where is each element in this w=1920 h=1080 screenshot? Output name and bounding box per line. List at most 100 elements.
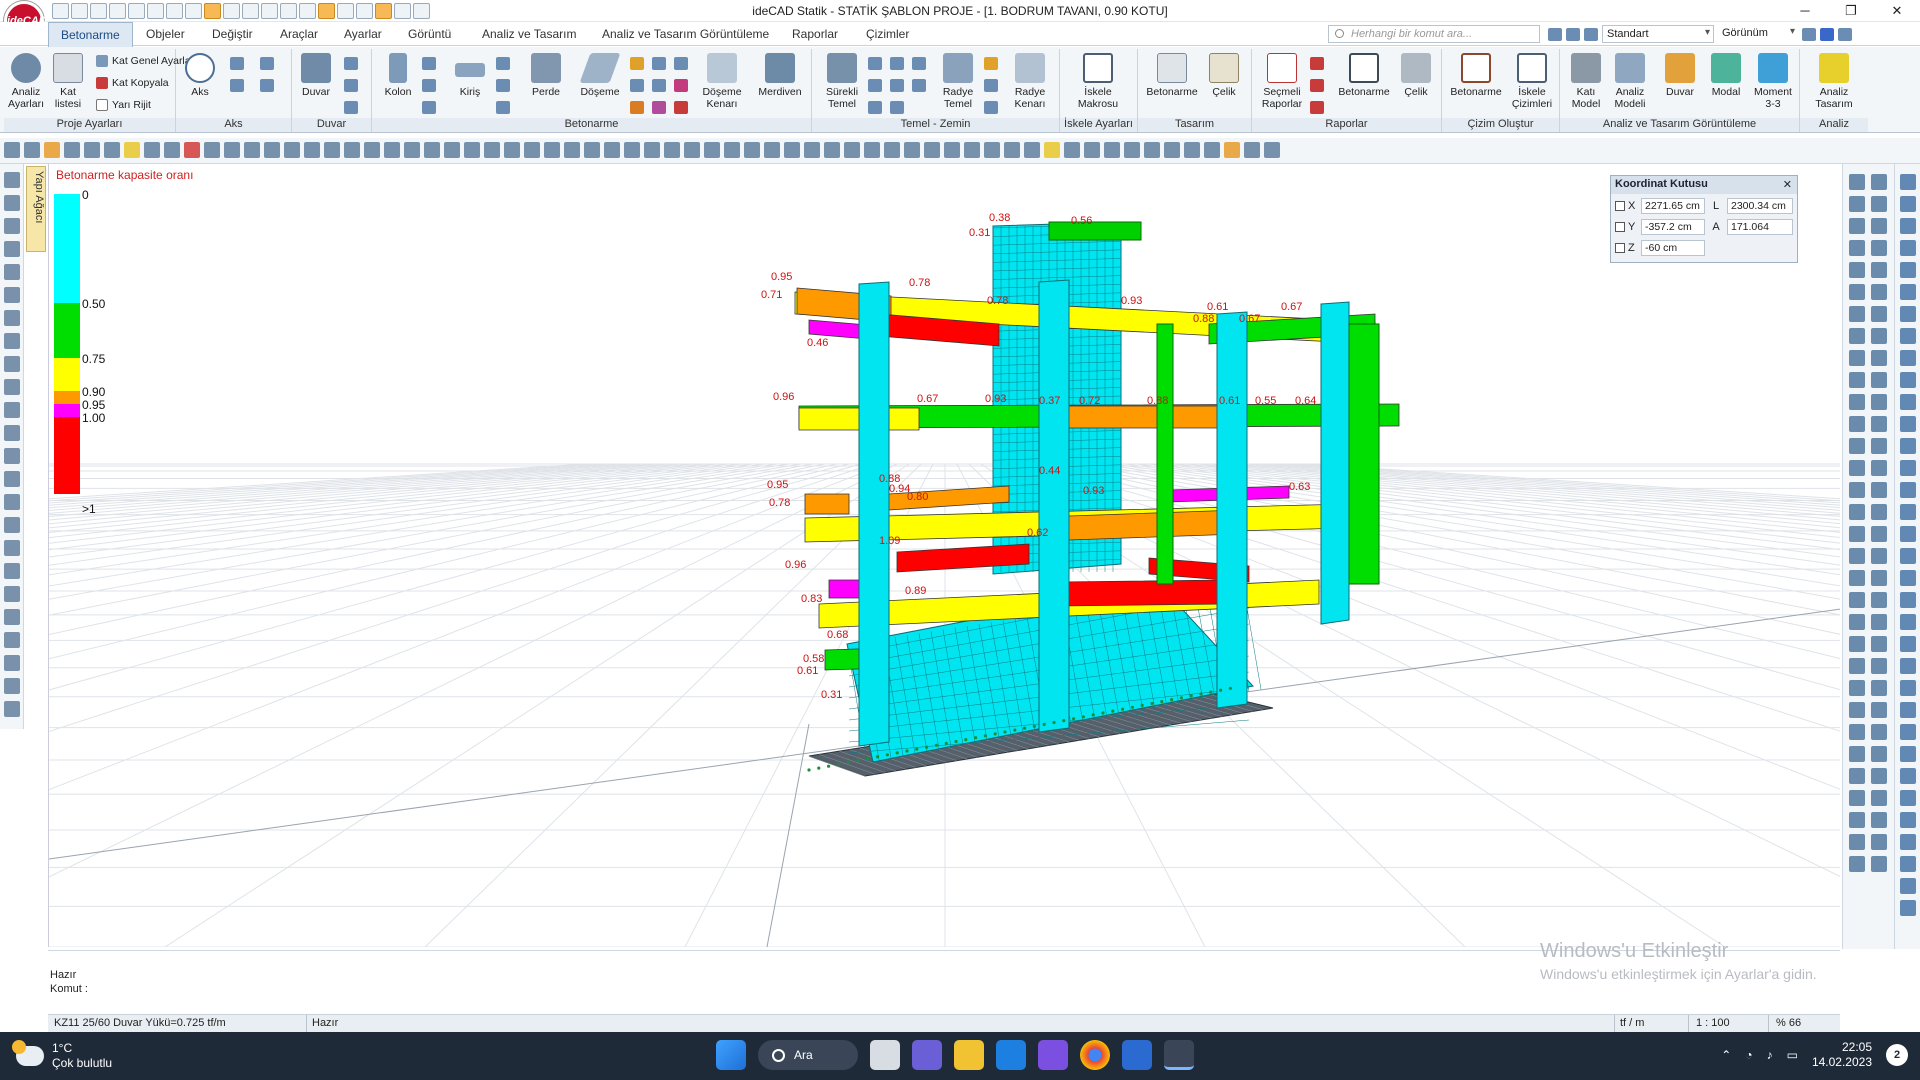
- tool-icon[interactable]: [964, 142, 980, 158]
- tool-icon[interactable]: [484, 142, 500, 158]
- tool-icon[interactable]: [1244, 142, 1260, 158]
- status-scale[interactable]: 1 : 100: [1696, 1017, 1730, 1029]
- tool-icon[interactable]: [644, 142, 660, 158]
- tool-icon[interactable]: [1900, 394, 1916, 410]
- tool-icon[interactable]: [1849, 658, 1865, 674]
- tool-icon[interactable]: [1264, 142, 1280, 158]
- surekli-temel-button[interactable]: Sürekli Temel: [820, 53, 864, 110]
- tool-icon[interactable]: [1849, 504, 1865, 520]
- tool-icon[interactable]: [1900, 416, 1916, 432]
- radye-kenari-button[interactable]: Radye Kenarı: [1006, 53, 1054, 110]
- tool-icon[interactable]: [1900, 372, 1916, 388]
- weather-widget[interactable]: 1°C Çok bulutlu: [12, 1040, 112, 1071]
- secmeli-raporlar-button[interactable]: Seçmeli Raporlar: [1256, 53, 1308, 110]
- task-view-icon[interactable]: [870, 1040, 900, 1070]
- tool-icon[interactable]: [4, 632, 20, 648]
- status-zoom[interactable]: % 66: [1776, 1017, 1801, 1029]
- tool-icon[interactable]: [744, 142, 760, 158]
- wall-tool-icon[interactable]: [344, 57, 358, 70]
- rapor-betonarme-button[interactable]: Betonarme: [1334, 53, 1394, 98]
- slab-tool-icon[interactable]: [630, 101, 644, 114]
- tool-icon[interactable]: [1900, 658, 1916, 674]
- status-unit[interactable]: tf / m: [1620, 1017, 1644, 1029]
- slab-tool-icon[interactable]: [652, 79, 666, 92]
- tool-icon[interactable]: [784, 142, 800, 158]
- slab-tool-icon[interactable]: [630, 79, 644, 92]
- tool-icon[interactable]: [1849, 702, 1865, 718]
- wifi-icon[interactable]: ◔: [1745, 1048, 1752, 1062]
- tool-icon[interactable]: [1871, 372, 1887, 388]
- moment-button[interactable]: Moment 3-3: [1750, 53, 1796, 110]
- tool-icon[interactable]: [864, 142, 880, 158]
- tool-icon[interactable]: [1871, 438, 1887, 454]
- tab-analiz-tasarim[interactable]: Analiz ve Tasarım: [482, 27, 576, 41]
- tab-objeler[interactable]: Objeler: [146, 27, 185, 41]
- tool-icon[interactable]: [4, 402, 20, 418]
- doseme-button[interactable]: Döşeme: [579, 53, 621, 98]
- slab-tool-icon[interactable]: [652, 57, 666, 70]
- tool-icon[interactable]: [1184, 142, 1200, 158]
- taskbar-search[interactable]: Ara: [758, 1040, 858, 1070]
- tool-icon[interactable]: [824, 142, 840, 158]
- iskele-makrosu-button[interactable]: İskele Makrosu: [1070, 53, 1126, 110]
- tab-raporlar[interactable]: Raporlar: [792, 27, 838, 41]
- battery-icon[interactable]: ▭: [1787, 1048, 1798, 1062]
- kiris-button[interactable]: Kiriş: [452, 53, 488, 98]
- store-icon[interactable]: [1122, 1040, 1152, 1070]
- tool-icon[interactable]: [1871, 262, 1887, 278]
- tool-icon[interactable]: [24, 142, 40, 158]
- tool-icon[interactable]: [4, 356, 20, 372]
- foundation-tool-icon[interactable]: [868, 57, 882, 70]
- tool-icon[interactable]: [1204, 142, 1220, 158]
- tool-icon[interactable]: [984, 142, 1000, 158]
- tool-icon[interactable]: [924, 142, 940, 158]
- tool-icon[interactable]: [1871, 724, 1887, 740]
- tool-icon[interactable]: [1849, 636, 1865, 652]
- tool-icon[interactable]: [1871, 570, 1887, 586]
- duvar-view-button[interactable]: Duvar: [1660, 53, 1700, 98]
- tool-icon[interactable]: [1900, 240, 1916, 256]
- slab-tool-icon[interactable]: [630, 57, 644, 70]
- mail-icon[interactable]: [996, 1040, 1026, 1070]
- tool-icon[interactable]: [624, 142, 640, 158]
- tool-icon[interactable]: [84, 142, 100, 158]
- tool-icon[interactable]: [1871, 218, 1887, 234]
- tool-icon[interactable]: [1871, 526, 1887, 542]
- foundation-tool-icon[interactable]: [868, 101, 882, 114]
- tool-icon[interactable]: [4, 586, 20, 602]
- tool-icon[interactable]: [664, 142, 680, 158]
- tool-icon[interactable]: [224, 142, 240, 158]
- tool-icon[interactable]: [1849, 328, 1865, 344]
- foundation-tool-icon[interactable]: [890, 101, 904, 114]
- tool-icon[interactable]: [1849, 790, 1865, 806]
- tool-icon[interactable]: [1044, 142, 1060, 158]
- tool-icon[interactable]: [1900, 834, 1916, 850]
- tool-icon[interactable]: [1871, 834, 1887, 850]
- radye-temel-button[interactable]: Radye Temel: [936, 53, 980, 110]
- tool-icon[interactable]: [424, 142, 440, 158]
- y-value-field[interactable]: -357.2 cm: [1641, 219, 1705, 235]
- tab-betonarme[interactable]: Betonarme: [48, 22, 133, 47]
- tool-icon[interactable]: [1871, 394, 1887, 410]
- raft-tool-icon[interactable]: [984, 101, 998, 114]
- tool-icon[interactable]: [1900, 328, 1916, 344]
- column-tool-icon[interactable]: [422, 79, 436, 92]
- chrome-icon[interactable]: [1080, 1040, 1110, 1070]
- command-search-input[interactable]: Herhangi bir komut ara...: [1328, 25, 1540, 43]
- tool-icon[interactable]: [144, 142, 160, 158]
- tool-icon[interactable]: [1900, 548, 1916, 564]
- tab-degistir[interactable]: Değiştir: [212, 27, 253, 41]
- tool-icon[interactable]: [1900, 702, 1916, 718]
- cizim-betonarme-button[interactable]: Betonarme: [1446, 53, 1506, 98]
- aks-tool-icon[interactable]: [260, 79, 274, 92]
- tool-icon[interactable]: [884, 142, 900, 158]
- kat-listesi-button[interactable]: Kat listesi: [50, 53, 86, 110]
- tool-icon[interactable]: [1849, 196, 1865, 212]
- foundation-tool-icon[interactable]: [890, 79, 904, 92]
- tool-icon[interactable]: [4, 448, 20, 464]
- report-tool-icon[interactable]: [1310, 57, 1324, 70]
- column-tool-icon[interactable]: [422, 101, 436, 114]
- beam-tool-icon[interactable]: [496, 57, 510, 70]
- tool-icon[interactable]: [1900, 174, 1916, 190]
- tool-icon[interactable]: [1900, 900, 1916, 916]
